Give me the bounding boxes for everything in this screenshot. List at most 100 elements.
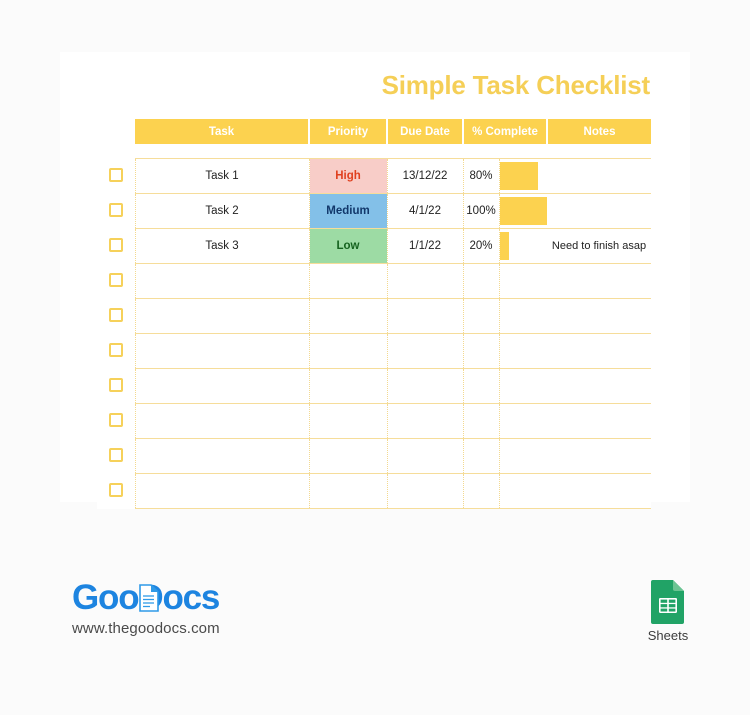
checkbox-icon[interactable] (108, 272, 123, 287)
checkbox-icon[interactable] (108, 237, 123, 252)
cell-task[interactable] (135, 333, 310, 369)
cell-task[interactable] (135, 368, 310, 404)
cell-priority[interactable]: Medium (309, 193, 388, 229)
cell-percent-complete[interactable] (463, 333, 548, 369)
cell-notes[interactable] (547, 298, 651, 334)
google-sheets-badge: Sheets (640, 580, 696, 643)
cell-priority[interactable]: High (309, 158, 388, 194)
column-header-notes[interactable]: Notes (547, 119, 651, 144)
progress-bar-fill (499, 197, 547, 225)
column-header-task[interactable]: Task (135, 119, 310, 144)
cell-notes[interactable] (547, 158, 651, 194)
cell-percent-complete[interactable] (463, 368, 548, 404)
percent-complete-label: 80% (464, 159, 500, 193)
checkbox-icon[interactable] (108, 307, 123, 322)
cell-priority[interactable] (309, 333, 388, 369)
cell-due-date[interactable] (387, 403, 464, 439)
cell-percent-complete[interactable] (463, 263, 548, 299)
cell-task[interactable]: Task 3 (135, 228, 310, 264)
row-checkbox-cell[interactable] (97, 438, 136, 474)
cell-notes[interactable] (547, 403, 651, 439)
row-checkbox-cell[interactable] (97, 333, 136, 369)
cell-notes[interactable] (547, 333, 651, 369)
table-row (97, 403, 651, 439)
column-header-priority[interactable]: Priority (309, 119, 388, 144)
cell-priority[interactable] (309, 403, 388, 439)
cell-due-date[interactable] (387, 298, 464, 334)
percent-complete-label (464, 334, 500, 368)
checkbox-icon[interactable] (108, 202, 123, 217)
table-spacer-row (97, 144, 651, 159)
cell-notes[interactable] (547, 438, 651, 474)
row-checkbox-cell[interactable] (97, 473, 136, 509)
checkbox-icon[interactable] (108, 412, 123, 427)
cell-due-date[interactable] (387, 473, 464, 509)
row-checkbox-cell[interactable] (97, 403, 136, 439)
checkbox-icon[interactable] (108, 167, 123, 182)
cell-percent-complete[interactable]: 80% (463, 158, 548, 194)
cell-due-date[interactable]: 1/1/22 (387, 228, 464, 264)
cell-due-date[interactable] (387, 263, 464, 299)
progress-bar-track (500, 369, 548, 403)
cell-task[interactable] (135, 263, 310, 299)
table-row: Task 3 Low 1/1/22 20% Need to finish asap (97, 228, 651, 264)
row-checkbox-cell[interactable] (97, 193, 136, 229)
cell-notes[interactable] (547, 473, 651, 509)
column-header-checkbox (97, 119, 135, 144)
percent-complete-label (464, 264, 500, 298)
cell-percent-complete[interactable] (463, 438, 547, 474)
cell-task[interactable]: Task 2 (135, 193, 310, 229)
cell-priority[interactable] (309, 263, 388, 299)
priority-badge: High (309, 159, 387, 193)
cell-task[interactable] (135, 403, 310, 439)
table-spacer-cell (97, 144, 651, 159)
cell-due-date[interactable]: 4/1/22 (387, 193, 464, 229)
cell-priority[interactable]: Low (309, 228, 388, 264)
cell-due-date[interactable] (387, 368, 464, 404)
table-row (97, 368, 651, 404)
cell-priority[interactable] (309, 298, 388, 334)
checkbox-icon[interactable] (108, 342, 123, 357)
cell-due-date[interactable] (387, 438, 464, 474)
cell-percent-complete[interactable]: 20% (463, 228, 547, 264)
priority-badge: Medium (309, 194, 387, 228)
cell-notes[interactable] (547, 368, 651, 404)
checkbox-icon[interactable] (108, 482, 123, 497)
percent-complete-label (464, 474, 500, 508)
column-header-percent-complete[interactable]: % Complete (463, 119, 548, 144)
document-icon (138, 581, 160, 612)
percent-complete-wrap: 80% (464, 159, 548, 193)
table-row (97, 438, 651, 474)
progress-bar-track (500, 299, 548, 333)
cell-due-date[interactable]: 13/12/22 (387, 158, 464, 194)
cell-percent-complete[interactable]: 100% (463, 193, 547, 229)
cell-task[interactable] (135, 438, 310, 474)
row-checkbox-cell[interactable] (97, 298, 136, 334)
row-checkbox-cell[interactable] (97, 228, 136, 264)
row-checkbox-cell[interactable] (97, 263, 136, 299)
cell-task[interactable] (135, 298, 310, 334)
percent-complete-wrap (464, 264, 548, 298)
cell-task[interactable] (135, 473, 310, 509)
cell-notes[interactable]: Need to finish asap (547, 228, 651, 264)
cell-priority[interactable] (309, 438, 388, 474)
row-checkbox-cell[interactable] (97, 158, 136, 194)
cell-percent-complete[interactable] (463, 403, 547, 439)
column-header-due-date[interactable]: Due Date (387, 119, 464, 144)
cell-priority[interactable] (309, 368, 388, 404)
goodocs-url[interactable]: www.thegoodocs.com (72, 620, 372, 637)
checkbox-icon[interactable] (108, 447, 123, 462)
cell-percent-complete[interactable] (463, 298, 548, 334)
cell-notes[interactable] (547, 263, 651, 299)
progress-bar-track (500, 334, 548, 368)
cell-priority[interactable] (309, 473, 388, 509)
checkbox-icon[interactable] (108, 377, 123, 392)
cell-due-date[interactable] (387, 333, 464, 369)
progress-bar-fill (499, 232, 509, 260)
cell-notes[interactable] (547, 193, 651, 229)
cell-task[interactable]: Task 1 (135, 158, 310, 194)
percent-complete-label (464, 299, 500, 333)
row-checkbox-cell[interactable] (97, 368, 136, 404)
table-row: Task 2 Medium 4/1/22 100% (97, 193, 651, 229)
cell-percent-complete[interactable] (463, 473, 547, 509)
